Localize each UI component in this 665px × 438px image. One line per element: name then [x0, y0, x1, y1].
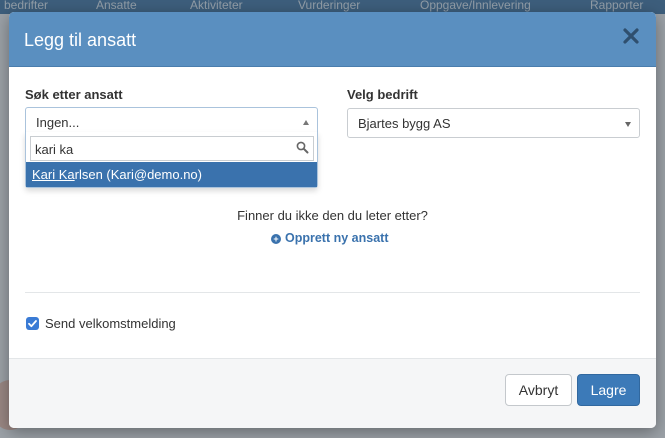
company-select-value: Bjartes bygg AS — [358, 116, 451, 131]
add-employee-modal: Legg til ansatt Søk etter ansatt Ingen..… — [9, 12, 656, 428]
save-button[interactable]: Lagre — [577, 374, 640, 406]
modal-header: Legg til ansatt — [9, 12, 656, 67]
employee-search-label: Søk etter ansatt — [25, 87, 123, 102]
chevron-up-icon — [303, 120, 309, 125]
search-icon — [296, 141, 309, 157]
close-icon[interactable] — [622, 27, 640, 45]
modal-footer: Avbryt Lagre — [9, 358, 656, 428]
plus-circle-icon: + — [271, 234, 281, 244]
not-found-text: Finner du ikke den du leter etter? — [237, 208, 428, 223]
employee-search-text: kari ka — [35, 142, 74, 157]
employee-result-label: Kari Karlsen (Kari@demo.no) — [32, 167, 202, 182]
result-match-text: Kari Ka — [32, 167, 75, 182]
company-select-label: Velg bedrift — [347, 87, 418, 102]
section-divider — [25, 292, 640, 293]
employee-select-value: Ingen... — [36, 115, 80, 130]
employee-search-input[interactable]: kari ka — [30, 136, 314, 161]
create-employee-link[interactable]: + Opprett ny ansatt — [271, 231, 389, 245]
create-employee-link-label: Opprett ny ansatt — [285, 231, 389, 245]
employee-dropdown: kari ka Kari Karlsen (Kari@demo.no) — [25, 132, 318, 188]
welcome-checkbox[interactable] — [26, 317, 39, 330]
employee-result-option[interactable]: Kari Karlsen (Kari@demo.no) — [26, 162, 317, 187]
chevron-down-icon — [625, 122, 631, 127]
result-rest-text: rlsen (Kari@demo.no) — [74, 167, 202, 182]
modal-title: Legg til ansatt — [24, 30, 137, 50]
welcome-checkbox-label[interactable]: Send velkomstmelding — [45, 316, 176, 331]
company-select[interactable]: Bjartes bygg AS — [347, 108, 640, 138]
cancel-button[interactable]: Avbryt — [505, 374, 572, 406]
